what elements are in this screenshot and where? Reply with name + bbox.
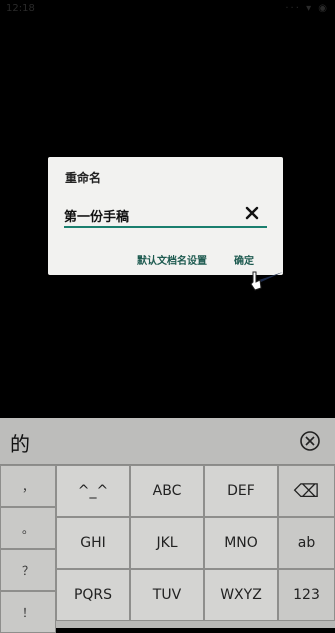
key-def[interactable]: DEF [204,465,278,517]
key-ghi[interactable]: GHI [56,517,130,569]
symbol-key[interactable]: ！ [0,591,56,633]
dialog-title: 重命名 [65,171,102,185]
clear-input-icon[interactable] [244,205,260,221]
default-name-settings-button[interactable]: 默认文档名设置 [137,252,207,267]
key-tuv[interactable]: TUV [130,569,204,621]
symbol-key[interactable]: ？ [0,549,56,591]
status-icons: ··· ▾ ◉ [285,3,329,14]
input-underline [64,226,267,228]
backspace-key[interactable]: ⌫ [278,465,335,517]
rename-dialog: 重命名 第一份手稿 默认文档名设置 确定 [48,157,283,275]
key-pqrs[interactable]: PQRS [56,569,130,621]
status-bar: 12:18 ··· ▾ ◉ [0,0,335,18]
candidate-word[interactable]: 的 [10,428,30,457]
key-123-mode[interactable]: 123 [278,569,335,621]
candidate-bar: 的 [0,418,335,465]
key-jkl[interactable]: JKL [130,517,204,569]
hand-cursor-icon [250,271,283,291]
symbol-key[interactable]: 。 [0,507,56,549]
filename-input[interactable]: 第一份手稿 [64,206,129,225]
status-time: 12:18 [6,3,35,14]
key-abc[interactable]: ABC [130,465,204,517]
close-keyboard-icon[interactable] [299,430,321,452]
confirm-button[interactable]: 确定 [234,252,254,267]
key-ab-mode[interactable]: ab [278,517,335,569]
soft-keyboard: 的 ， 。 ？ ！ ^_^ ABC DEF GHI JKL MNO PQRS T… [0,418,335,633]
key-wxyz[interactable]: WXYZ [204,569,278,621]
key-mno[interactable]: MNO [204,517,278,569]
symbol-key[interactable]: ， [0,465,56,507]
key-emoticon[interactable]: ^_^ [56,465,130,517]
